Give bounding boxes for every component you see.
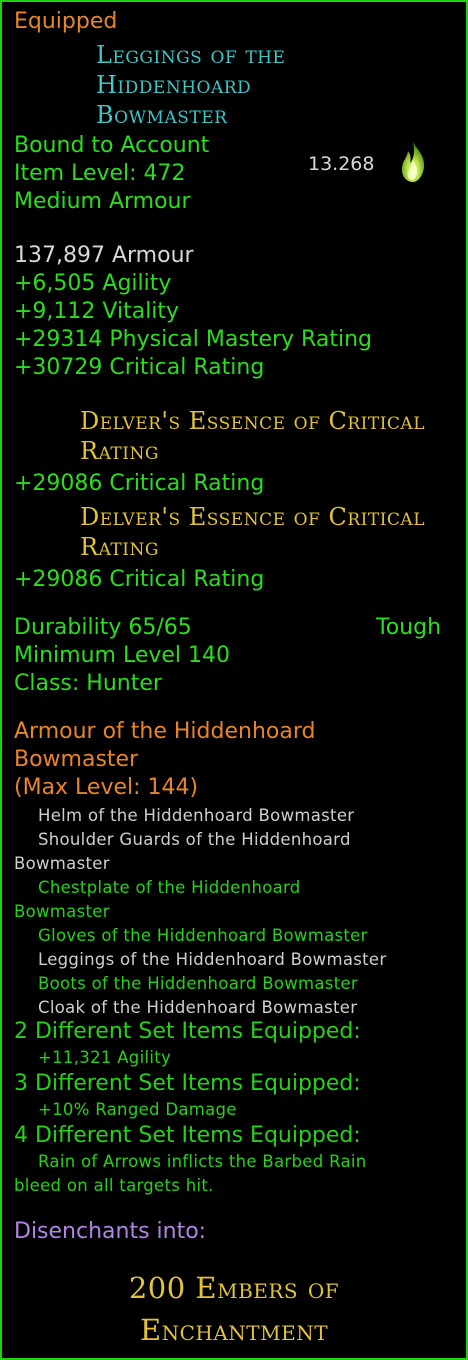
set-piece-shoulders-line-1: Shoulder Guards of the Hiddenhoard xyxy=(38,830,351,849)
set-bonus-4-effect-line-2: bleed on all targets hit. xyxy=(14,1176,214,1195)
set-piece-boots: Boots of the Hiddenhoard Bowmaster xyxy=(38,974,359,993)
set-name-line-1: Armour of the Hiddenhoard xyxy=(14,719,316,744)
class-label: Class: xyxy=(14,671,80,696)
item-tooltip: Equipped Leggings of the Hiddenhoard Bow… xyxy=(0,0,468,1360)
physical-mastery-stat: +29314 Physical Mastery Rating xyxy=(14,327,372,352)
critical-rating-stat: +30729 Critical Rating xyxy=(14,355,265,380)
class-requirement: Class: Hunter xyxy=(14,670,162,698)
disenchant-label: Disenchants into: xyxy=(14,1219,207,1244)
equipped-status: Equipped xyxy=(14,9,118,34)
item-level: Item Level: 472 xyxy=(14,161,186,186)
binding-text: Bound to Account xyxy=(14,133,210,158)
flame-icon xyxy=(401,142,425,182)
set-bonus-4-effect-line-1: Rain of Arrows inflicts the Barbed Rain xyxy=(38,1152,367,1171)
essence-1-bonus: +29086 Critical Rating xyxy=(14,471,265,496)
item-value: 13.268 xyxy=(308,153,375,175)
item-name-line-2: Hiddenhoard xyxy=(96,71,252,99)
set-bonus-3-effect: +10% Ranged Damage xyxy=(38,1100,237,1119)
armour-type: Medium Armour xyxy=(14,189,191,214)
set-piece-helm: Helm of the Hiddenhoard Bowmaster xyxy=(38,806,355,825)
set-bonus-2-label: 2 Different Set Items Equipped: xyxy=(14,1019,361,1044)
essence-2-name-line-2: Rating xyxy=(80,533,159,561)
set-bonus-3-label: 3 Different Set Items Equipped: xyxy=(14,1071,361,1096)
set-piece-leggings: Leggings of the Hiddenhoard Bowmaster xyxy=(38,950,387,969)
minimum-level: Minimum Level 140 xyxy=(14,643,231,668)
disenchant-result-line-1: 200 Embers of xyxy=(128,1271,340,1305)
set-max-level: (Max Level: 144) xyxy=(14,775,199,800)
set-piece-chest-line-2: Bowmaster xyxy=(14,902,110,921)
armour-stat: 137,897 Armour xyxy=(14,243,194,268)
agility-stat: +6,505 Agility xyxy=(14,271,172,296)
item-name-line-1: Leggings of the xyxy=(96,41,286,69)
essence-1-name-line-2: Rating xyxy=(80,437,159,465)
disenchant-result-line-2: Enchantment xyxy=(139,1313,329,1347)
durability-quality: Tough xyxy=(376,615,442,640)
durability: Durability 65/65 xyxy=(14,615,192,640)
essence-2-bonus: +29086 Critical Rating xyxy=(14,567,265,592)
essence-1-name-line-1: Delver's Essence of Critical xyxy=(80,407,425,435)
item-name-line-3: Bowmaster xyxy=(96,101,228,129)
set-piece-chest-line-1: Chestplate of the Hiddenhoard xyxy=(38,878,301,897)
set-name-line-2: Bowmaster xyxy=(14,747,139,772)
set-piece-shoulders-line-2: Bowmaster xyxy=(14,854,110,873)
class-value: Hunter xyxy=(86,671,162,696)
set-piece-cloak: Cloak of the Hiddenhoard Bowmaster xyxy=(38,998,358,1017)
set-bonus-2-effect: +11,321 Agility xyxy=(38,1048,172,1067)
vitality-stat: +9,112 Vitality xyxy=(14,299,180,324)
essence-2-name-line-1: Delver's Essence of Critical xyxy=(80,503,425,531)
set-bonus-4-label: 4 Different Set Items Equipped: xyxy=(14,1123,361,1148)
set-piece-gloves: Gloves of the Hiddenhoard Bowmaster xyxy=(38,926,368,945)
